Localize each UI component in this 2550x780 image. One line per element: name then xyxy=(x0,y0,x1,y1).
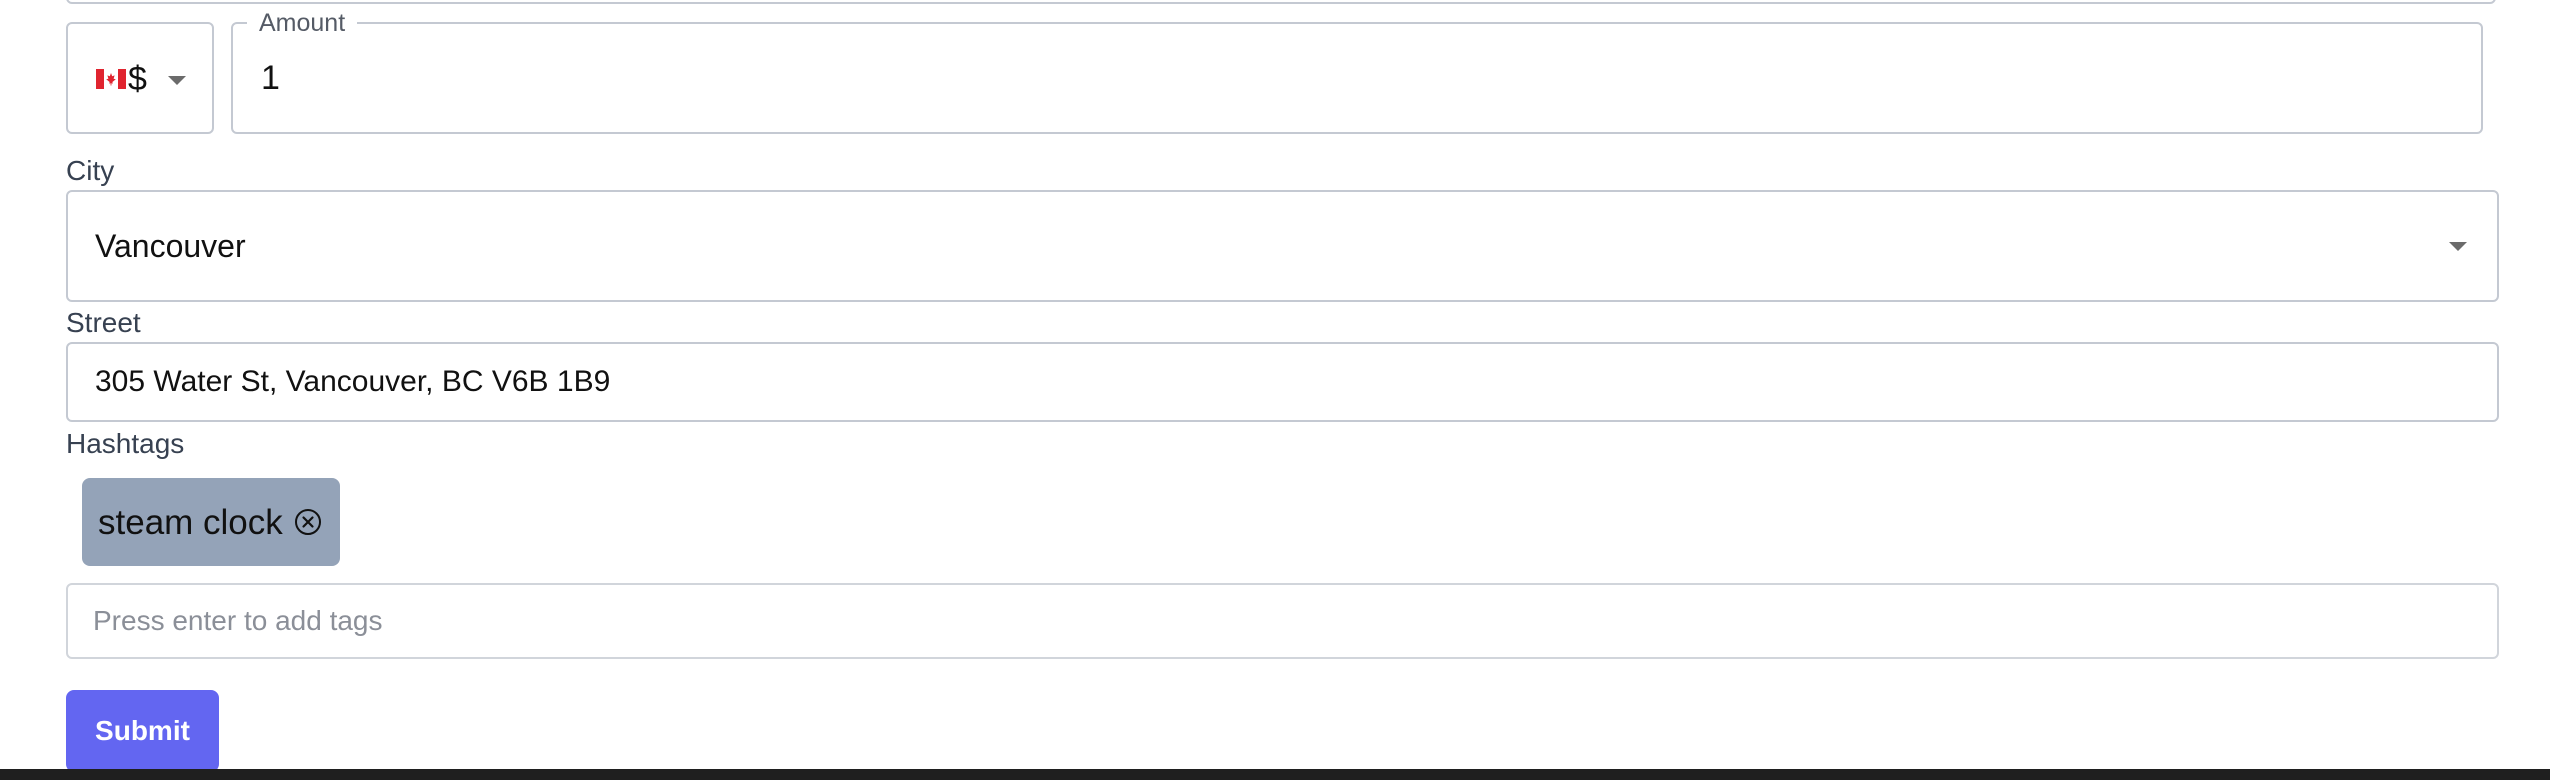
circle-x-icon[interactable] xyxy=(294,508,322,536)
hashtag-input[interactable] xyxy=(66,583,2499,659)
currency-symbol: $ xyxy=(128,60,147,98)
street-input[interactable] xyxy=(66,342,2499,422)
canada-flag-icon xyxy=(96,69,126,89)
amount-label: Amount xyxy=(247,9,358,37)
city-label: City xyxy=(66,155,115,186)
previous-field[interactable] xyxy=(66,0,2496,4)
amount-field[interactable]: Amount 1 xyxy=(231,9,2483,134)
city-selected-value: Vancouver xyxy=(95,228,246,264)
hashtag-chip-label: steam clock xyxy=(98,503,283,542)
hashtags-label: Hashtags xyxy=(66,428,185,459)
window-bottom-edge xyxy=(0,769,2550,780)
submit-button[interactable]: Submit xyxy=(66,690,219,772)
hashtag-chip: steam clock xyxy=(82,478,340,566)
chevron-down-icon xyxy=(2449,242,2467,251)
city-select[interactable]: Vancouver xyxy=(66,190,2499,302)
street-label: Street xyxy=(66,307,141,338)
amount-value[interactable]: 1 xyxy=(261,61,280,95)
chevron-down-icon xyxy=(168,76,186,85)
currency-select[interactable]: $ xyxy=(66,22,214,134)
